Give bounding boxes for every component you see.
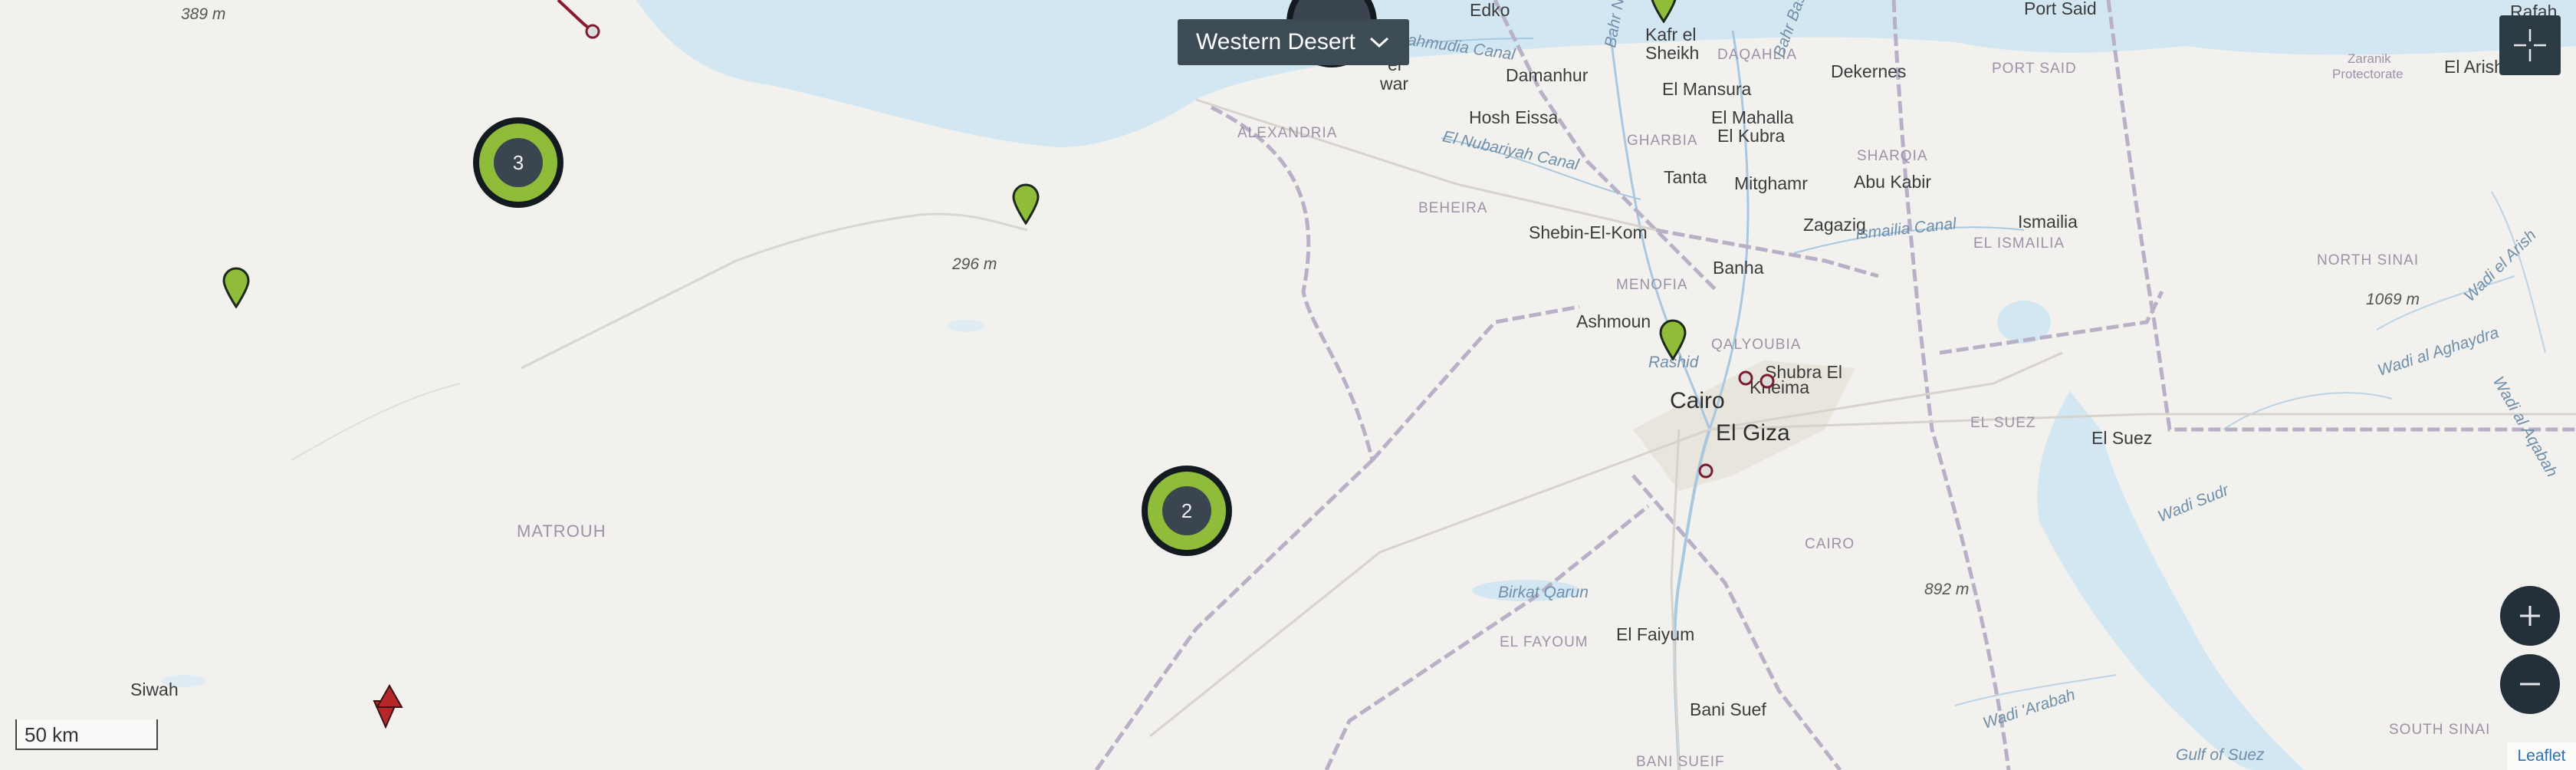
location-pin-icon[interactable] xyxy=(1010,182,1041,225)
label-siwah: Siwah xyxy=(130,680,179,699)
label-war: war xyxy=(1380,74,1409,94)
scale-bar: 50 km xyxy=(15,719,158,750)
map-canvas[interactable]: Edko Kafr el Sheikh Port Said Rafah el w… xyxy=(0,0,2576,770)
location-pin-icon[interactable] xyxy=(221,265,251,308)
label-bani-suef: Bani Suef xyxy=(1690,699,1766,719)
basemap xyxy=(0,0,2576,770)
label-shebin: Shebin-El-Kom xyxy=(1529,222,1648,242)
alert-pin-icon[interactable] xyxy=(368,684,403,729)
label-mitghamr: Mitghamr xyxy=(1734,173,1808,193)
site-dot-icon[interactable] xyxy=(1737,370,1754,387)
water-birkat-qarun: Birkat Qarun xyxy=(1498,584,1589,601)
label-ashmoun: Ashmoun xyxy=(1576,311,1651,331)
label-damanhur: Damanhur xyxy=(1506,65,1589,85)
water-gulf-suez: Gulf of Suez xyxy=(2176,746,2265,764)
location-pin-icon[interactable] xyxy=(1658,318,1688,360)
elevation-389: 389 m xyxy=(181,5,226,23)
label-kafr-el-sheikh-2: Sheikh xyxy=(1645,43,1700,63)
label-port-said: Port Said xyxy=(2024,0,2097,18)
crosshair-icon xyxy=(2514,29,2546,61)
label-el-arish: El Arish xyxy=(2444,57,2504,77)
label-ismailia: Ismailia xyxy=(2018,212,2078,232)
cluster-marker[interactable]: 2 xyxy=(1142,466,1232,556)
region-beni-suef: BANI SUEIF xyxy=(1636,754,1725,770)
cluster-ring: 3 xyxy=(479,123,557,202)
region-qalyoubia: QALYOUBIA xyxy=(1711,337,1802,353)
label-el-suez: El Suez xyxy=(2091,428,2153,448)
region-zaranik-1: Zaranik xyxy=(2348,51,2391,66)
region-fayoum: EL FAYOUM xyxy=(1500,634,1589,650)
region-sharqia: SHARQIA xyxy=(1857,148,1928,164)
region-beheira: BEHEIRA xyxy=(1418,200,1488,216)
cluster-count: 3 xyxy=(494,138,543,187)
region-cairo: CAIRO xyxy=(1805,536,1855,552)
label-el-giza: El Giza xyxy=(1716,420,1790,446)
region-south-sinai: SOUTH SINAI xyxy=(2389,722,2491,738)
region-north-sinai: NORTH SINAI xyxy=(2317,252,2420,268)
label-hosh-eissa: Hosh Eissa xyxy=(1469,107,1559,127)
label-dekernes: Dekernes xyxy=(1831,61,1907,81)
zoom-in-button[interactable] xyxy=(2500,586,2560,646)
label-el-mahalla-2: El Kubra xyxy=(1717,126,1786,146)
site-dot-icon[interactable] xyxy=(1759,373,1776,390)
location-pin-icon[interactable] xyxy=(1648,0,1679,23)
cluster-ring: 2 xyxy=(1148,472,1226,550)
elevation-296: 296 m xyxy=(952,255,997,273)
region-el-suez: EL SUEZ xyxy=(1970,415,2036,431)
region-selector-label: Western Desert xyxy=(1196,29,1355,54)
minus-icon xyxy=(2520,683,2540,686)
region-gharbia: GHARBIA xyxy=(1627,133,1698,149)
attribution-link[interactable]: Leaflet xyxy=(2507,742,2576,770)
region-selector-dropdown[interactable]: Western Desert xyxy=(1178,19,1409,65)
label-kafr-el-sheikh-1: Kafr el xyxy=(1645,25,1697,44)
region-matrouh: MATROUH xyxy=(517,522,606,541)
site-dot-icon[interactable] xyxy=(584,23,601,40)
region-ismailia: EL ISMAILIA xyxy=(1973,235,2065,252)
region-zaranik-2: Protectorate xyxy=(2332,67,2404,81)
fullscreen-button[interactable] xyxy=(2499,15,2561,75)
elevation-892: 892 m xyxy=(1924,581,1970,598)
cluster-marker[interactable]: 3 xyxy=(473,117,564,208)
region-alexandria: ALEXANDRIA xyxy=(1237,125,1338,141)
zoom-out-button[interactable] xyxy=(2500,654,2560,714)
region-menofia: MENOFIA xyxy=(1616,277,1688,293)
label-abu-kabir: Abu Kabir xyxy=(1854,172,1932,192)
label-el-faiyum: El Faiyum xyxy=(1616,624,1695,644)
label-cairo: Cairo xyxy=(1670,388,1725,413)
cluster-count: 2 xyxy=(1162,486,1211,535)
attribution-label: Leaflet xyxy=(2517,747,2566,765)
site-dot-icon[interactable] xyxy=(1697,462,1714,479)
label-el-mansura: El Mansura xyxy=(1662,79,1752,99)
plus-icon xyxy=(2520,606,2540,626)
label-banha: Banha xyxy=(1713,258,1764,278)
chevron-down-icon xyxy=(1369,37,1388,48)
label-el-mahalla-1: El Mahalla xyxy=(1711,107,1794,127)
label-edko: Edko xyxy=(1470,0,1510,20)
region-port-said: PORT SAID xyxy=(1992,61,2077,77)
elevation-1069: 1069 m xyxy=(2366,291,2420,308)
label-tanta: Tanta xyxy=(1664,167,1707,187)
